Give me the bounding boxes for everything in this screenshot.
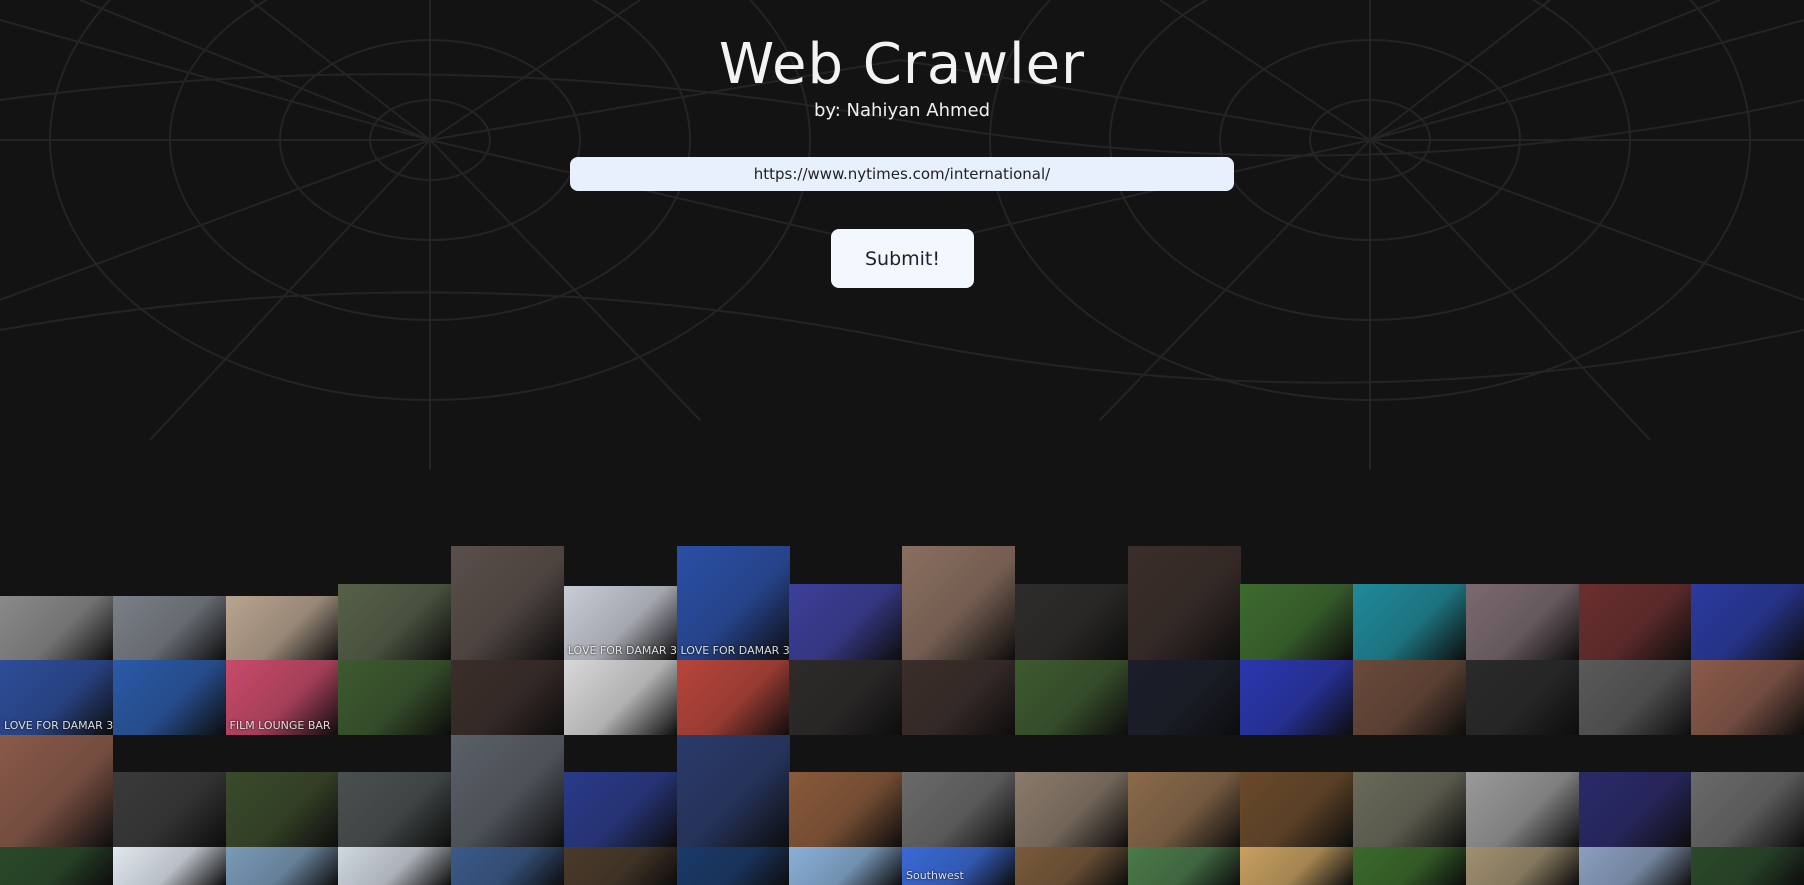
gallery-image <box>1240 847 1354 885</box>
gallery-image <box>1691 772 1804 847</box>
gallery-image-caption: FILM LOUNGE BAR <box>229 719 331 732</box>
gallery-image <box>112 660 226 735</box>
image-gallery: LOVE FOR DAMAR 3 LOVE FOR DAMAR 3 LOVE FOR… <box>0 0 1804 885</box>
gallery-image <box>225 772 339 847</box>
gallery-image <box>676 735 790 847</box>
gallery-image <box>1014 847 1128 885</box>
gallery-image: Southwest <box>902 847 1015 885</box>
gallery-image <box>112 847 226 885</box>
gallery-image <box>1014 660 1128 735</box>
gallery-image <box>338 847 452 885</box>
gallery-image <box>1014 772 1128 847</box>
gallery-image: LOVE FOR DAMAR 3 <box>676 546 790 660</box>
gallery-image <box>0 735 113 847</box>
gallery-image <box>789 584 903 660</box>
gallery-image <box>563 847 677 885</box>
gallery-image-caption: LOVE FOR DAMAR 3 <box>4 719 113 732</box>
gallery-image <box>225 847 339 885</box>
gallery-image <box>1240 772 1354 847</box>
gallery-image <box>1691 584 1804 660</box>
gallery-image <box>338 660 452 735</box>
gallery-image <box>1465 660 1579 735</box>
gallery-image <box>1240 584 1354 660</box>
gallery-image <box>902 546 1015 660</box>
gallery-image <box>112 596 226 660</box>
gallery-image <box>451 660 564 735</box>
gallery-image <box>1465 847 1579 885</box>
gallery-image <box>0 847 113 885</box>
gallery-image <box>789 847 903 885</box>
gallery-image <box>451 847 564 885</box>
gallery-image <box>789 660 903 735</box>
gallery-image <box>1578 772 1692 847</box>
gallery-image <box>451 546 564 660</box>
gallery-image <box>1127 847 1241 885</box>
gallery-image <box>0 596 113 660</box>
gallery-image: LOVE FOR DAMAR 3 <box>563 586 677 660</box>
gallery-image <box>1578 660 1692 735</box>
gallery-image <box>338 584 452 660</box>
gallery-image <box>1014 584 1128 660</box>
gallery-image <box>1691 660 1804 735</box>
gallery-image <box>563 660 677 735</box>
gallery-image <box>225 596 339 660</box>
gallery-image <box>676 660 790 735</box>
gallery-image <box>789 772 903 847</box>
gallery-image-caption: Southwest <box>906 869 964 882</box>
gallery-image: FILM LOUNGE BAR <box>225 660 339 735</box>
gallery-image <box>112 772 226 847</box>
gallery-image <box>1691 847 1804 885</box>
gallery-image <box>1353 660 1466 735</box>
gallery-image: LOVE FOR DAMAR 3 <box>0 660 113 735</box>
gallery-image <box>1353 584 1466 660</box>
gallery-image <box>902 660 1015 735</box>
gallery-image <box>1353 772 1466 847</box>
gallery-image <box>451 735 564 847</box>
gallery-image <box>1465 584 1579 660</box>
gallery-image <box>1127 660 1241 735</box>
gallery-image <box>1465 772 1579 847</box>
gallery-image <box>676 847 790 885</box>
gallery-image <box>1127 772 1241 847</box>
gallery-image <box>1578 584 1692 660</box>
gallery-image <box>1353 847 1466 885</box>
gallery-image <box>338 772 452 847</box>
gallery-image-caption: LOVE FOR DAMAR 3 <box>680 644 790 657</box>
gallery-image <box>902 772 1015 847</box>
gallery-image <box>1578 847 1692 885</box>
gallery-image <box>563 772 677 847</box>
gallery-image-caption: LOVE FOR DAMAR 3 <box>567 644 677 657</box>
gallery-image <box>1127 546 1241 660</box>
gallery-image <box>1240 660 1354 735</box>
